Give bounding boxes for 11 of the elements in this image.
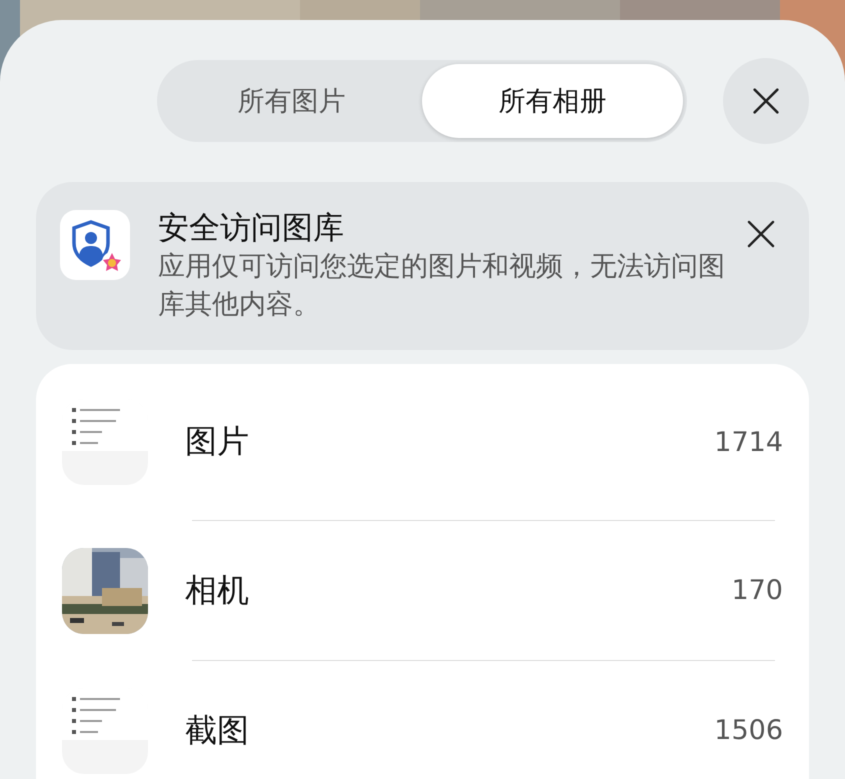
notice-title: 安全访问图库 [158,209,345,248]
tab[interactable]: 所有图片 [161,64,422,138]
shield-person-icon [60,210,130,280]
album-count: 1506 [714,715,783,746]
album-name[interactable]: 图片 [185,420,714,464]
tab[interactable]: 所有相册 [422,64,683,138]
album-name[interactable]: 相机 [185,568,732,612]
notice-text: 应用仅可访问您选定的图片和视频，无法访问图库其他内容。 [158,250,726,322]
album-count: 1714 [714,426,783,458]
album-name[interactable]: 截图 [185,708,714,752]
album-count: 170 [731,575,783,606]
